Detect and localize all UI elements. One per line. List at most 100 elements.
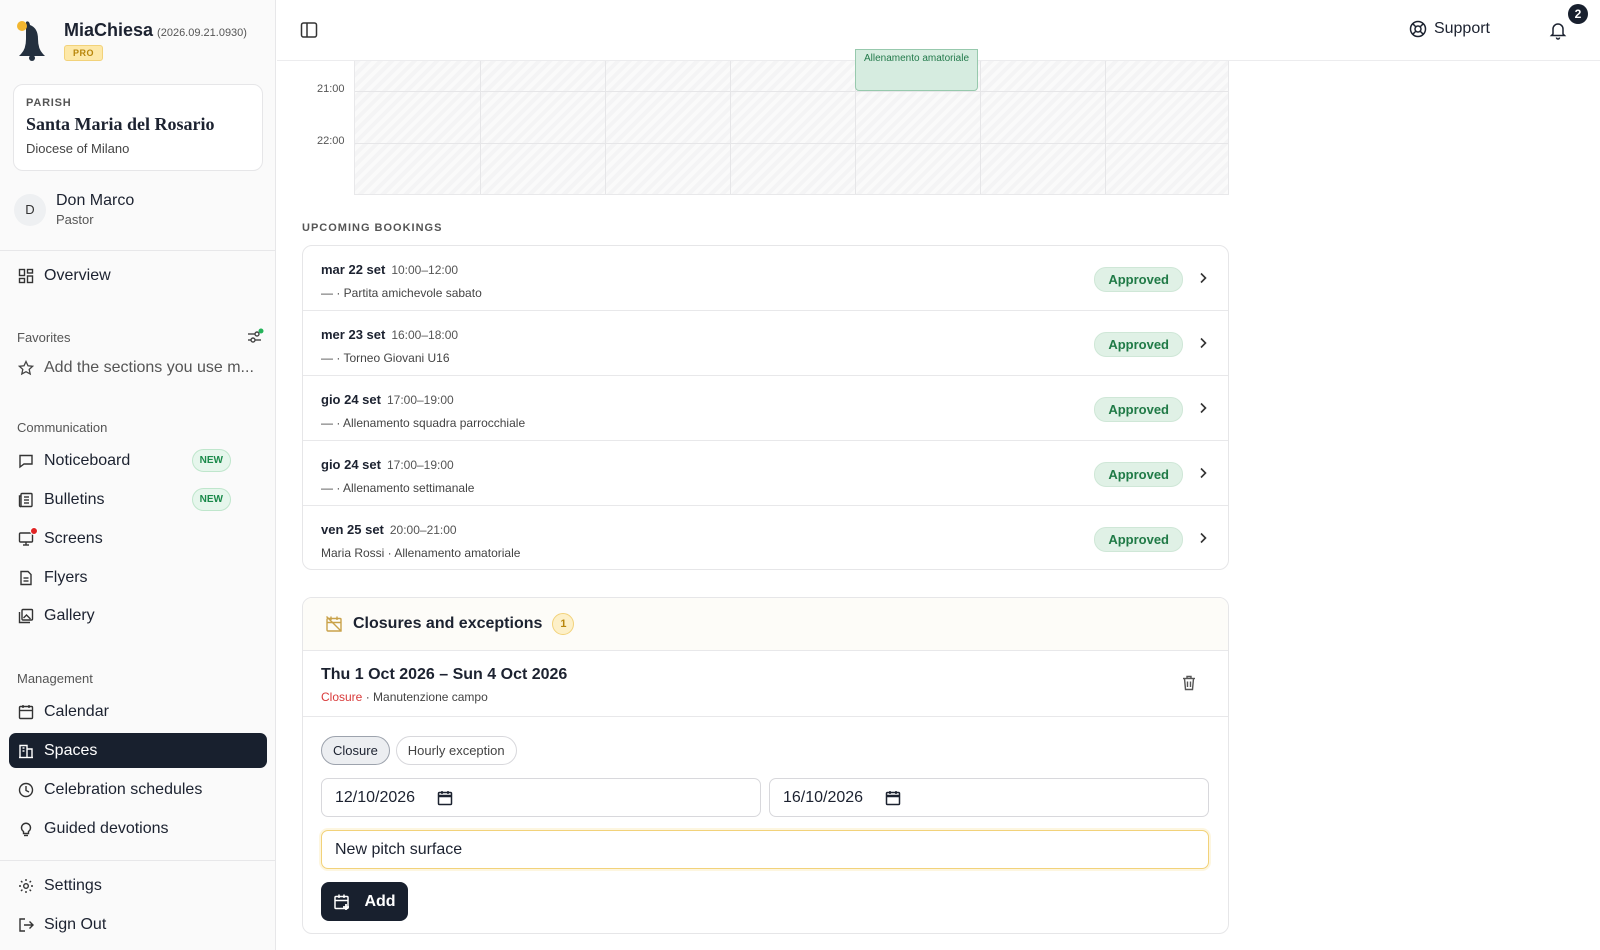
booking-row[interactable]: mer 23 set 16:00–18:00 — · Torneo Giovani… (303, 311, 1228, 376)
booking-date: gio 24 set (321, 457, 381, 472)
closure-type: Closure (321, 690, 363, 704)
nav-screens[interactable]: Screens (9, 521, 267, 556)
tab-closure[interactable]: Closure (321, 736, 390, 765)
status-badge: Approved (1094, 332, 1183, 357)
tab-hourly-exception[interactable]: Hourly exception (395, 736, 517, 765)
booking-desc: — · Torneo Giovani U16 (321, 351, 450, 365)
nav-spaces-label: Spaces (44, 741, 98, 759)
gallery-icon (17, 607, 35, 625)
closure-entry: Thu 1 Oct 2026 – Sun 4 Oct 2026 Closure … (303, 651, 1228, 717)
brand[interactable]: MiaChiesa (2026.09.21.0930) PRO (16, 20, 247, 62)
parish-name: Santa Maria del Rosario (26, 114, 215, 134)
logout-icon (17, 916, 35, 934)
chat-bubble-icon (17, 452, 35, 470)
divider (0, 860, 276, 861)
status-badge: Approved (1094, 397, 1183, 422)
parish-card[interactable]: PARISH Santa Maria del Rosario Diocese o… (13, 84, 263, 171)
chevron-right-icon (1200, 532, 1207, 544)
parish-kicker: PARISH (26, 97, 72, 109)
gear-icon (17, 877, 35, 895)
closures-header: Closures and exceptions 1 (303, 598, 1228, 651)
nav-celebration-label: Celebration schedules (44, 780, 203, 798)
add-closure-button[interactable]: Add (321, 882, 408, 921)
nav-settings-label: Settings (44, 876, 102, 894)
grid-line (980, 61, 981, 194)
new-badge: NEW (191, 488, 231, 511)
nav-calendar[interactable]: Calendar (9, 694, 267, 729)
nav-sign-out[interactable]: Sign Out (9, 907, 267, 942)
reason-value: New pitch surface (335, 840, 463, 858)
support-button[interactable]: Support (1409, 20, 1490, 38)
booking-date: ven 25 set (321, 522, 384, 537)
booking-row[interactable]: mar 22 set 10:00–12:00 — · Partita amiche… (303, 246, 1228, 311)
notification-bell-icon[interactable] (1548, 20, 1568, 40)
booking-time: 16:00–18:00 (391, 328, 459, 342)
calendar-off-icon (326, 616, 342, 632)
closures-title: Closures and exceptions (353, 615, 543, 632)
booking-time: 20:00–21:00 (389, 523, 457, 537)
booking-row[interactable]: gio 24 set 17:00–19:00 — · Allenamento se… (303, 441, 1228, 506)
nav-overview[interactable]: Overview (9, 258, 267, 293)
file-icon (17, 569, 35, 587)
nav-spaces[interactable]: Spaces (9, 733, 267, 768)
monitor-icon (17, 526, 38, 548)
nav-noticeboard[interactable]: Noticeboard NEW (9, 443, 267, 478)
nav-bulletins[interactable]: Bulletins NEW (9, 482, 267, 517)
nav-signout-label: Sign Out (44, 915, 107, 933)
nav-flyers[interactable]: Flyers (9, 560, 267, 595)
favorites-settings-icon[interactable] (246, 328, 264, 346)
week-calendar-grid[interactable] (354, 61, 1229, 195)
clock-icon (17, 781, 35, 799)
booking-desc: — · Allenamento settimanale (321, 481, 475, 495)
lifebuoy-icon (1409, 20, 1427, 38)
grid-line (605, 61, 606, 194)
nav-settings[interactable]: Settings (9, 868, 267, 903)
sidebar-toggle-icon[interactable] (299, 20, 319, 40)
grid-line (355, 143, 1228, 144)
nav-calendar-label: Calendar (44, 702, 109, 720)
booking-desc: Maria Rossi · Allenamento amatoriale (321, 546, 521, 560)
add-label: Add (364, 892, 396, 910)
status-badge: Approved (1094, 527, 1183, 552)
nav-celebration-schedules[interactable]: Celebration schedules (9, 772, 267, 807)
calendar-picker-icon[interactable] (885, 790, 901, 806)
avatar: D (14, 193, 46, 226)
calendar-event[interactable]: Allenamento amatoriale (855, 49, 978, 91)
bell-logo-icon (17, 21, 45, 61)
status-badge: Approved (1094, 462, 1183, 487)
alert-dot (30, 526, 38, 535)
management-label: Management (17, 671, 93, 686)
grid-line (1105, 61, 1106, 194)
lightbulb-icon (17, 820, 35, 838)
chevron-right-icon (1200, 272, 1207, 284)
user-name: Don Marco (56, 192, 135, 209)
start-date-value: 12/10/2026 (335, 788, 416, 806)
favorites-label: Favorites (17, 330, 71, 345)
closure-type-tabs: Closure Hourly exception (321, 736, 523, 765)
chevron-right-icon (1200, 402, 1207, 414)
calendar-picker-icon[interactable] (437, 790, 453, 806)
start-date-input[interactable]: 12/10/2026 (321, 778, 761, 817)
brand-name: MiaChiesa (64, 20, 154, 40)
booking-row[interactable]: ven 25 set 20:00–21:00 Maria Rossi · Alle… (303, 506, 1228, 569)
grid-line (355, 91, 1228, 92)
newspaper-icon (17, 491, 35, 509)
nav-screens-label: Screens (44, 529, 103, 547)
divider (0, 250, 276, 251)
nav-gallery[interactable]: Gallery (9, 598, 267, 633)
reason-input[interactable]: New pitch surface (321, 830, 1209, 869)
end-date-input[interactable]: 16/10/2026 (769, 778, 1209, 817)
booking-desc: — · Allenamento squadra parrocchiale (321, 416, 526, 430)
favorites-hint-label: Add the sections you use m... (44, 358, 254, 376)
trash-icon[interactable] (1180, 674, 1198, 692)
new-badge: NEW (191, 449, 231, 472)
nav-guided-devotions[interactable]: Guided devotions (9, 811, 267, 846)
nav-flyers-label: Flyers (44, 568, 88, 586)
bookings-list: mar 22 set 10:00–12:00 — · Partita amiche… (302, 245, 1229, 570)
booking-date: mer 23 set (321, 327, 386, 342)
user-profile[interactable]: D Don Marco Pastor (14, 192, 134, 227)
booking-row[interactable]: gio 24 set 17:00–19:00 — · Allenamento sq… (303, 376, 1228, 441)
nav-overview-label: Overview (44, 266, 111, 284)
favorites-hint[interactable]: Add the sections you use m... (9, 350, 267, 385)
upcoming-bookings-label: UPCOMING BOOKINGS (302, 222, 443, 234)
